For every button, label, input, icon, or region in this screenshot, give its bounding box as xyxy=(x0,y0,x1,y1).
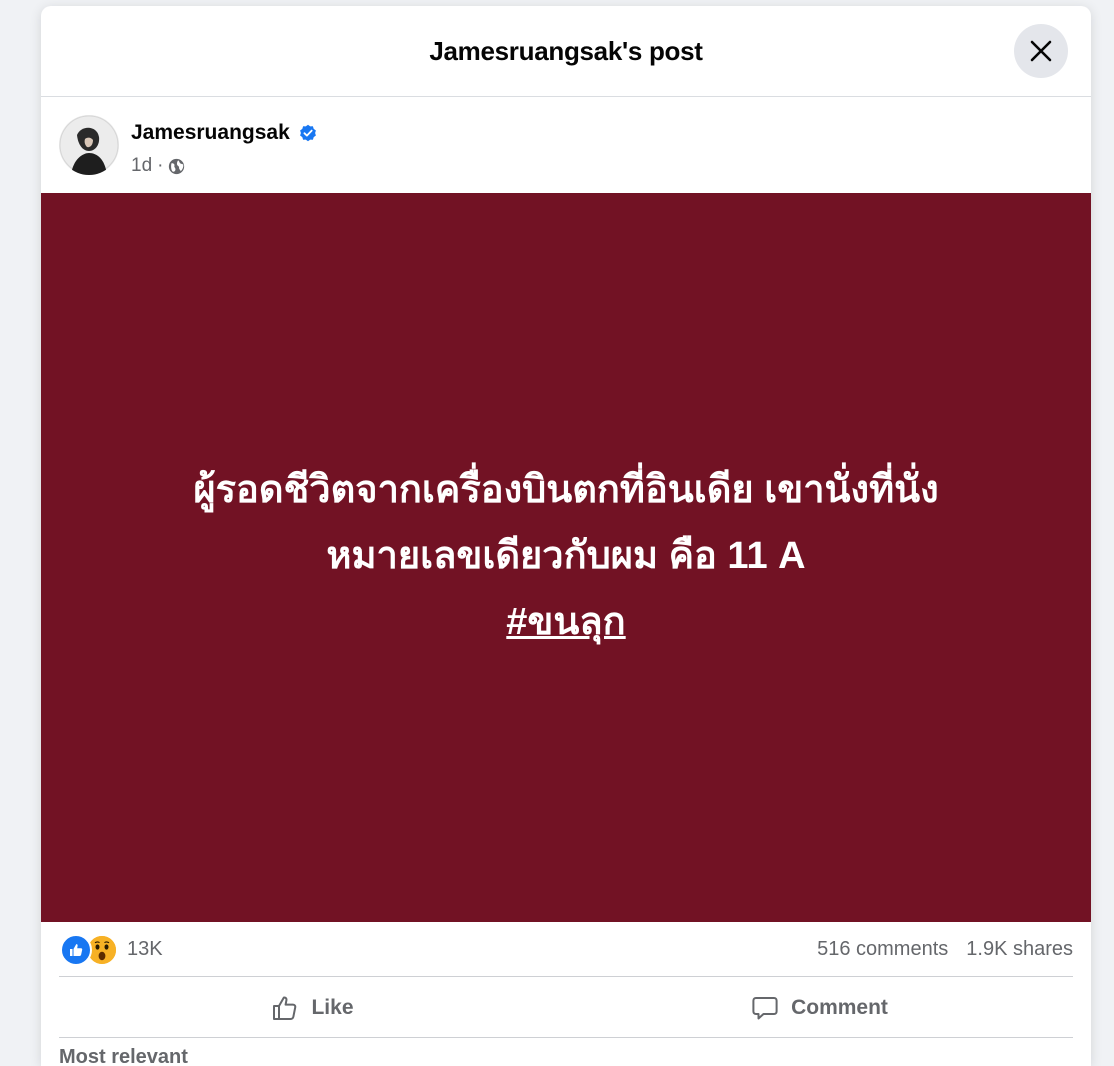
close-icon xyxy=(1030,40,1052,62)
like-reaction-icon xyxy=(60,933,92,966)
post-content: ผู้รอดชีวิตจากเครื่องบินตกที่อินเดีย เขา… xyxy=(41,193,1091,922)
like-label: Like xyxy=(311,996,354,1019)
verified-badge-icon xyxy=(299,124,316,142)
modal-header: Jamesruangsak's post xyxy=(41,6,1091,97)
actions-divider xyxy=(59,1037,1073,1038)
like-button[interactable]: Like xyxy=(59,978,566,1038)
comment-button[interactable]: Comment xyxy=(566,978,1073,1038)
author-name[interactable]: Jamesruangsak xyxy=(131,121,290,145)
thumbs-up-icon xyxy=(273,996,297,1020)
comment-sort-selector[interactable]: Most relevant xyxy=(59,1046,188,1066)
reactions-summary[interactable]: 13K xyxy=(60,933,163,966)
post-stats: 13K 516 comments 1.9K shares xyxy=(41,922,1091,977)
post-text-line-2: หมายเลขเดียวกับผม คือ 11 A xyxy=(326,534,806,577)
post-hashtag[interactable]: #ขนลุก xyxy=(506,591,625,657)
comments-count[interactable]: 516 comments xyxy=(817,938,948,961)
post-actions: Like Comment xyxy=(59,978,1073,1038)
modal-title: Jamesruangsak's post xyxy=(429,35,703,66)
stats-divider xyxy=(59,976,1073,977)
comment-bubble-icon xyxy=(752,997,778,1020)
post-text-line-1: ผู้รอดชีวิตจากเครื่องบินตกที่อินเดีย เขา… xyxy=(193,468,939,511)
engagement-counts: 516 comments 1.9K shares xyxy=(817,938,1073,961)
globe-icon xyxy=(169,158,185,174)
avatar-image xyxy=(59,115,119,175)
shares-count[interactable]: 1.9K shares xyxy=(966,938,1073,961)
author-row: Jamesruangsak xyxy=(131,121,317,145)
close-button[interactable] xyxy=(1014,24,1068,78)
post-meta: 1d · xyxy=(131,155,185,177)
comment-label: Comment xyxy=(791,996,888,1019)
post-modal: Jamesruangsak's post Jamesruangsak 1d · … xyxy=(41,6,1091,1066)
reaction-count[interactable]: 13K xyxy=(127,938,163,961)
meta-separator: · xyxy=(157,155,164,176)
author-avatar[interactable] xyxy=(59,115,119,175)
post-timestamp[interactable]: 1d xyxy=(131,155,152,177)
post-header: Jamesruangsak 1d · xyxy=(41,97,1091,192)
